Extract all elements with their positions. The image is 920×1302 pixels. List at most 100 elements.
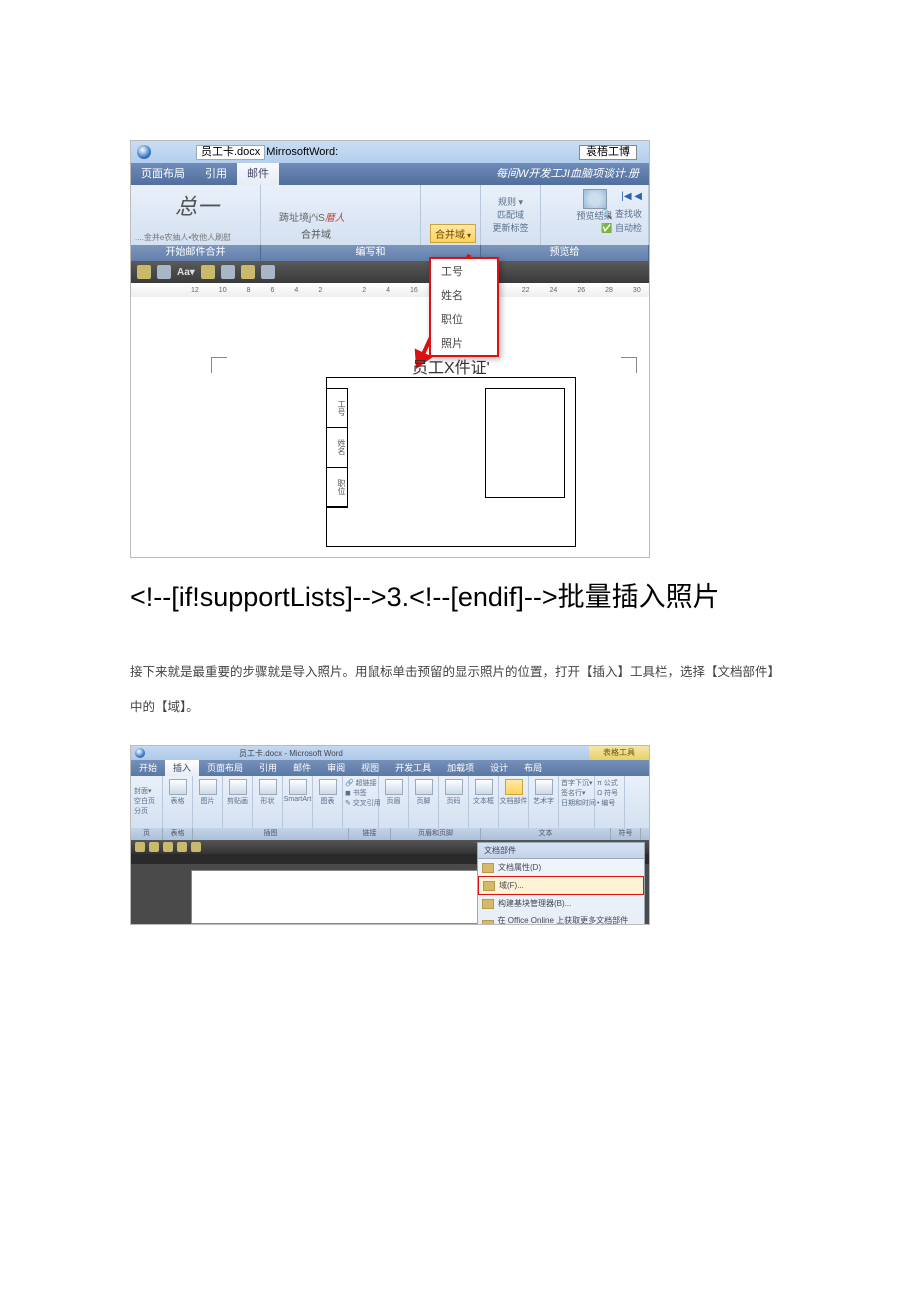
ribbon: 总一 ....金并e农抽人•牧他人刷慰 踌址境j^iS暦人 合并域 合并域 规则… [131, 185, 649, 245]
qat-icon[interactable] [149, 842, 159, 852]
crop-mark-icon [621, 357, 637, 373]
menu-item-icon [482, 863, 494, 873]
ribbon-tab[interactable]: 引用 [251, 760, 285, 776]
ribbon-group-preview: 预览结果 |◀ ◀ 🔍 查找收 ✅ 自动检 [541, 185, 649, 245]
heading-text: 批量插入照片 [558, 582, 720, 612]
tab-references[interactable]: 引用 [195, 163, 237, 185]
document-canvas: 工号姓名职位 照片 员工X件证' 工号姓名职位 [131, 297, 649, 557]
menu-item-icon [482, 899, 494, 909]
ribbon-group-write: 踌址境j^iS暦人 合并域 [261, 185, 421, 245]
page [191, 870, 479, 924]
dropdown-item[interactable]: 工号 [431, 259, 497, 283]
quick-parts-dropdown-menu: 文档部件文档属性(D)域(F)...构建基块管理器(B)...在 Office … [477, 842, 645, 925]
qat-icon[interactable] [261, 265, 275, 279]
ribbon-button-icon[interactable] [199, 779, 217, 795]
card-field-column: 工号姓名职位 [326, 388, 348, 508]
ribbon-tab[interactable]: 加载项 [439, 760, 482, 776]
crop-mark-icon [211, 357, 227, 373]
office-orb-icon [137, 145, 151, 159]
ribbon-tabs: 页面布局 引用 邮件 每间W开发工JI血脑项谈计.册 [131, 163, 649, 185]
ribbon-group: 文档部件 [499, 776, 529, 828]
ribbon-tab[interactable]: 布局 [516, 760, 550, 776]
rules-button[interactable]: 规则 ▾ [498, 196, 523, 209]
find-recipient-button[interactable]: 🔍 查找收 [601, 207, 642, 220]
auto-check-button[interactable]: ✅ 自动检 [601, 221, 642, 234]
ribbon-tab[interactable]: 开发工具 [387, 760, 439, 776]
ribbon-group: 页眉 [379, 776, 409, 828]
ribbon-button-icon[interactable] [385, 779, 403, 795]
ribbon-tab[interactable]: 开始 [131, 760, 165, 776]
ribbon-group-start: 总一 ....金并e农抽人•牧他人刷慰 [131, 185, 261, 245]
ribbon-group-labels: 开始邮件合并 编写和 预览给 [131, 245, 649, 261]
ribbon-tab[interactable]: 页面布局 [199, 760, 251, 776]
merge-field-label: 合并域 [301, 226, 331, 241]
titlebar: 员工卡.docx - Microsoft Word 表格工具 [131, 746, 649, 760]
heading-list-marker: <!--[if!supportLists]-->3.<!--[endif]--> [130, 582, 558, 612]
ribbon-group: 图片 [193, 776, 223, 828]
match-fields-button[interactable]: 匹配域 [497, 209, 524, 222]
update-labels-button[interactable]: 更新标签 [492, 222, 528, 235]
ribbon-button-icon[interactable] [289, 779, 307, 795]
menu-item-icon [483, 881, 495, 891]
ribbon-button-icon[interactable] [259, 779, 277, 795]
group-big-label: 总一 [175, 189, 219, 221]
dropdown-item[interactable]: 姓名 [431, 283, 497, 307]
preview-results-icon[interactable] [583, 189, 607, 209]
ribbon-button-icon[interactable] [415, 779, 433, 795]
qat-icon[interactable] [163, 842, 173, 852]
ribbon-tab[interactable]: 邮件 [285, 760, 319, 776]
ribbon-tab[interactable]: 插入 [165, 760, 199, 776]
ribbon-button-icon[interactable] [319, 779, 337, 795]
body-paragraph: 接下来就是最重要的步骤就是导入照片。用鼠标单击预留的显示照片的位置，打开【插入】… [130, 655, 790, 725]
ribbon-group: 图表 [313, 776, 343, 828]
qat-icon[interactable] [135, 842, 145, 852]
ribbon-group: 🔗 超链接◼ 书签✎ 交叉引用 [343, 776, 379, 828]
ribbon-group: 封面▾空白页分页 [131, 776, 163, 828]
group-tiny-label: ....金并e农抽人•牧他人刷慰 [135, 232, 231, 243]
section-heading: <!--[if!supportLists]-->3.<!--[endif]-->… [130, 580, 790, 615]
screenshot-word-insert: 员工卡.docx - Microsoft Word 表格工具 开始插入页面布局引… [130, 745, 650, 925]
ribbon-group: 文本框 [469, 776, 499, 828]
qat-icon[interactable] [201, 265, 215, 279]
dropdown-item[interactable]: 照片 [431, 331, 497, 355]
ribbon-tab[interactable]: 审阅 [319, 760, 353, 776]
menu-item[interactable]: 文档属性(D) [478, 859, 644, 876]
card-photo-placeholder[interactable] [485, 388, 565, 498]
ribbon-tab[interactable]: 设计 [482, 760, 516, 776]
qat-icon[interactable] [177, 842, 187, 852]
qat-icon[interactable] [241, 265, 255, 279]
ribbon-button-icon[interactable] [445, 779, 463, 795]
dropdown-item[interactable]: 职位 [431, 307, 497, 331]
titlebar: 员工卡.docx MirrosoftWord: 袁梧工博 [131, 141, 649, 163]
menu-item[interactable]: 构建基块管理器(B)... [478, 895, 644, 912]
ribbon-group: 页码 [439, 776, 469, 828]
contextual-tab-label: 表格工具 [589, 746, 649, 760]
insert-merge-field-dropdown[interactable]: 合并域 [430, 224, 476, 243]
group-label-start: 开始邮件合并 [131, 245, 261, 261]
merge-field-dropdown-menu: 工号姓名职位照片 [429, 257, 499, 357]
menu-item[interactable]: 域(F)... [478, 876, 644, 895]
ribbon-button-icon[interactable] [169, 779, 187, 795]
ribbon-group: 表格 [163, 776, 193, 828]
tab-right-info: 每间W开发工JI血脑项谈计.册 [486, 163, 649, 185]
ribbon-group: 首字下沉▾签名行▾日期和时间 [559, 776, 595, 828]
employee-card-template: 员工X件证' 工号姓名职位 [326, 377, 576, 547]
menu-item-icon [482, 920, 494, 925]
ribbon-button-icon[interactable] [505, 779, 523, 795]
office-orb-icon [135, 748, 145, 758]
ribbon-button-icon[interactable] [535, 779, 553, 795]
qat-icon[interactable] [137, 265, 151, 279]
qat-icon[interactable] [157, 265, 171, 279]
qat-icon[interactable] [221, 265, 235, 279]
ribbon-button-icon[interactable] [229, 779, 247, 795]
document-name: 员工卡.docx - Microsoft Word [239, 748, 343, 759]
ribbon-button-icon[interactable] [475, 779, 493, 795]
corner-badge: 袁梧工博 [579, 145, 637, 160]
ribbon-tab[interactable]: 视图 [353, 760, 387, 776]
record-nav-arrows[interactable]: |◀ ◀ [621, 191, 642, 202]
tab-layout[interactable]: 页面布局 [131, 163, 195, 185]
menu-item[interactable]: 在 Office Online 上获取更多文档部件(G)... [478, 912, 644, 925]
card-title: 员工X件证' [412, 354, 490, 378]
tab-mailings[interactable]: 邮件 [237, 163, 279, 185]
qat-icon[interactable] [191, 842, 201, 852]
